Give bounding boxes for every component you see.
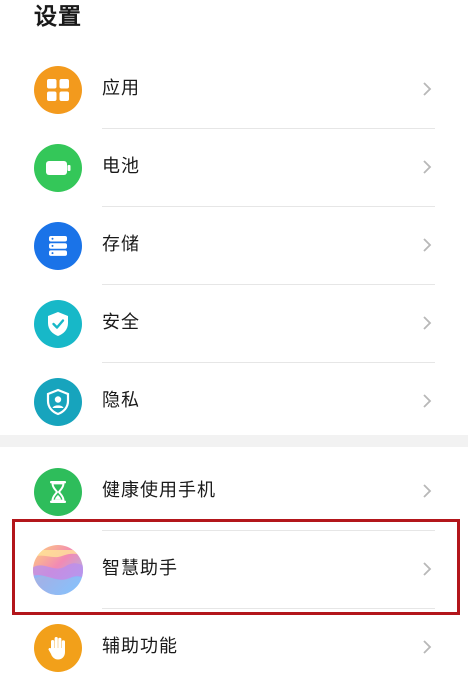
settings-item-label: 辅助功能 — [102, 636, 178, 657]
settings-item-label: 安全 — [102, 312, 140, 333]
settings-item-label: 健康使用手机 — [102, 480, 216, 501]
settings-item-label: 隐私 — [102, 390, 140, 411]
chevron-right-icon — [423, 316, 432, 330]
section-separator — [0, 435, 468, 447]
chevron-right-icon — [423, 82, 432, 96]
settings-item-label: 应用 — [102, 78, 140, 99]
chevron-right-icon — [423, 238, 432, 252]
settings-item-accessibility[interactable]: 辅助功能 — [0, 608, 468, 686]
settings-item-label: 电池 — [102, 156, 140, 177]
battery-icon — [34, 144, 82, 192]
page-title: 设置 — [34, 4, 82, 30]
settings-item-security[interactable]: 安全 — [0, 284, 468, 362]
apps-grid-icon — [34, 66, 82, 114]
settings-item-label: 存储 — [102, 234, 140, 255]
settings-item-storage[interactable]: 存储 — [0, 206, 468, 284]
shield-check-icon — [34, 300, 82, 348]
settings-item-apps[interactable]: 应用 — [0, 50, 468, 128]
chevron-right-icon — [423, 160, 432, 174]
highlight-box — [12, 519, 460, 615]
settings-item-battery[interactable]: 电池 — [0, 128, 468, 206]
hand-icon — [34, 624, 82, 672]
privacy-shield-icon — [34, 378, 82, 426]
chevron-right-icon — [423, 484, 432, 498]
chevron-right-icon — [423, 394, 432, 408]
chevron-right-icon — [423, 640, 432, 654]
settings-item-privacy[interactable]: 隐私 — [0, 362, 468, 440]
storage-icon — [34, 222, 82, 270]
hourglass-icon — [34, 468, 82, 516]
